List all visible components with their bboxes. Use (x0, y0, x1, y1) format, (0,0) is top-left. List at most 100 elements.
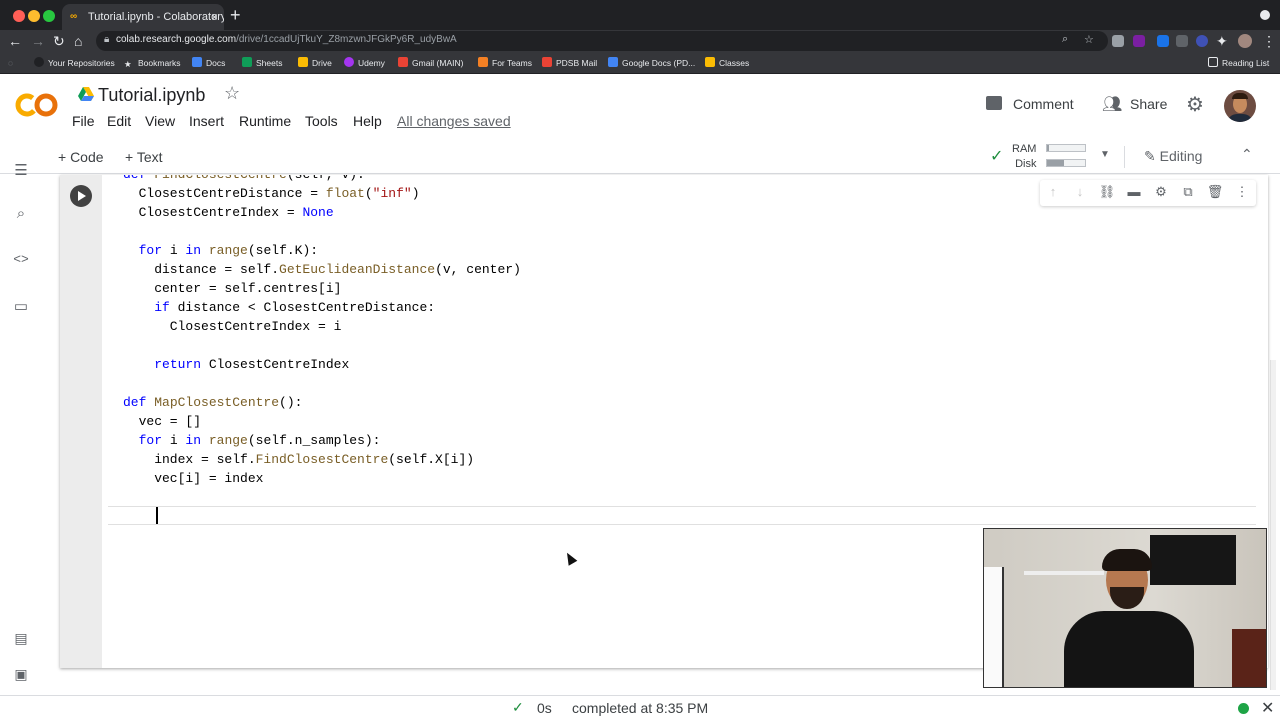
bookmark-item[interactable]: Google Docs (PD... (608, 56, 695, 70)
share-button[interactable]: Share (1130, 96, 1167, 112)
code-line[interactable]: def MapClosestCentre(): (123, 393, 302, 412)
text-cursor (156, 507, 158, 524)
code-line[interactable]: vec[i] = index (123, 469, 263, 488)
new-tab-button[interactable]: + (230, 4, 241, 26)
code-line[interactable]: ClosestCentreDistance = float("inf") (123, 184, 420, 203)
bookmark-item[interactable]: Your Repositories (34, 56, 115, 70)
editing-mode-button[interactable]: ✎ Editing (1144, 148, 1202, 165)
home-icon[interactable]: ⌂ (74, 32, 82, 50)
profile-icon[interactable] (1238, 34, 1252, 48)
maximize-window-button[interactable] (43, 10, 55, 22)
browser-toolbar: ← → ↻ ⌂ 🔒︎ colab.research.google.com/dri… (0, 30, 1280, 52)
move-down-icon[interactable]: ↓ (1071, 184, 1089, 199)
code-line[interactable]: index = self.FindClosestCentre(self.X[i]… (123, 450, 474, 469)
notebook-title[interactable]: Tutorial.ipynb (98, 85, 205, 106)
cell-toolbar: ↑ ↓ ⛓ ▬ ⚙ ⧉ 🗑︎ ⋮ (1040, 180, 1256, 206)
code-line[interactable]: distance = self.GetEuclideanDistance(v, … (123, 260, 521, 279)
comment-button[interactable]: Comment (1013, 96, 1074, 112)
bookmark-item[interactable]: Sheets (242, 56, 282, 70)
colab-logo[interactable] (14, 90, 60, 120)
chevron-down-icon[interactable]: ▼ (1100, 149, 1110, 160)
menu-runtime[interactable]: Runtime (239, 113, 291, 129)
address-bar[interactable]: 🔒︎ colab.research.google.com/drive/1ccad… (96, 31, 1108, 51)
code-line[interactable]: for i in range(self.K): (123, 241, 318, 260)
star-icon[interactable]: ☆ (224, 83, 240, 104)
bookmark-item[interactable]: ★ Bookmarks (124, 56, 181, 70)
comment-icon[interactable]: ▬ (1125, 184, 1143, 199)
bookmark-item[interactable]: Classes (705, 56, 749, 70)
move-up-icon[interactable]: ↑ (1044, 184, 1062, 199)
ram-meter[interactable] (1046, 144, 1086, 152)
reload-icon[interactable]: ↻ (53, 32, 65, 50)
webcam-overlay (983, 528, 1267, 688)
execution-status[interactable]: completed at 8:35 PM (572, 700, 708, 716)
minimize-window-button[interactable] (28, 10, 40, 22)
run-cell-button[interactable] (70, 185, 92, 207)
code-editor[interactable]: def FindClosestCentre(self, v): ClosestC… (102, 175, 1256, 525)
code-line[interactable]: return ClosestCentreIndex (123, 355, 349, 374)
code-line[interactable]: for i in range(self.n_samples): (123, 431, 381, 450)
more-icon[interactable]: ⋮ (1233, 184, 1251, 200)
add-code-button[interactable]: + Code (58, 149, 104, 165)
code-line[interactable]: center = self.centres[i] (123, 279, 341, 298)
command-palette-icon[interactable]: ▤ (11, 630, 31, 647)
bookmark-item[interactable]: Drive (298, 56, 332, 70)
menu-edit[interactable]: Edit (107, 113, 131, 129)
code-line[interactable]: ClosestCentreIndex = None (123, 203, 334, 222)
more-icon[interactable]: ⋮ (1262, 32, 1276, 50)
forward-icon[interactable]: → (31, 32, 45, 50)
menu-insert[interactable]: Insert (189, 113, 224, 129)
bookmark-item[interactable]: Gmail (MAIN) (398, 56, 463, 70)
people-icon[interactable]: 👥︎ (1102, 94, 1122, 114)
avatar[interactable] (1224, 90, 1256, 122)
comment-icon[interactable] (986, 96, 1002, 110)
menu-view[interactable]: View (145, 113, 175, 129)
delete-icon[interactable]: 🗑︎ (1206, 184, 1224, 200)
menu-help[interactable]: Help (353, 113, 382, 129)
menu-tools[interactable]: Tools (305, 113, 338, 129)
collapse-header-icon[interactable]: ⌃ (1241, 146, 1253, 163)
link-icon[interactable]: ⛓ (1098, 184, 1116, 200)
bookmark-star-icon[interactable]: ☆ (1084, 33, 1094, 46)
terminal-icon[interactable]: ▣ (11, 666, 31, 683)
extension-icon[interactable] (1112, 35, 1124, 47)
menu-file[interactable]: File (72, 113, 95, 129)
table-of-contents-icon[interactable]: ☰ (11, 161, 31, 179)
gear-icon[interactable]: ⚙ (1152, 184, 1170, 200)
extension-icon[interactable] (1157, 35, 1169, 47)
reading-list-button[interactable]: Reading List (1208, 56, 1269, 70)
scrollbar[interactable] (1270, 360, 1276, 690)
search-icon[interactable]: ⌕ (11, 205, 31, 222)
extension-icon[interactable] (1133, 35, 1145, 47)
mirror-cell-icon[interactable]: ⧉ (1179, 184, 1197, 200)
browser-tab[interactable]: ∞ Tutorial.ipynb - Colaboratory × (62, 4, 224, 30)
code-line[interactable]: if distance < ClosestCentreDistance: (123, 298, 435, 317)
code-snippets-icon[interactable]: <> (11, 252, 31, 267)
extension-icon[interactable] (1176, 35, 1188, 47)
bookmark-item[interactable]: PDSB Mail (542, 56, 597, 70)
google-drive-icon[interactable] (78, 87, 94, 101)
notebook-toolbar: + Code + Text ✓ RAM Disk ▼ ✎ Editing ⌃ (0, 140, 1280, 174)
code-line[interactable]: def FindClosestCentre(self, v): (123, 175, 365, 184)
close-window-button[interactable] (13, 10, 25, 22)
save-status[interactable]: All changes saved (397, 113, 511, 129)
disk-meter[interactable] (1046, 159, 1086, 167)
zoom-icon[interactable]: ⌕ (1062, 33, 1068, 46)
extension-icon[interactable] (1196, 35, 1208, 47)
bookmark-item[interactable]: Docs (192, 56, 225, 70)
apps-icon[interactable]: ◌ (8, 56, 13, 70)
puzzle-icon[interactable]: ✦ (1216, 32, 1228, 50)
gear-icon[interactable]: ⚙ (1186, 92, 1204, 117)
close-icon[interactable]: ✕ (1261, 698, 1274, 718)
code-line[interactable]: ClosestCentreIndex = i (123, 317, 342, 336)
code-line[interactable]: vec = [] (123, 412, 201, 431)
resource-labels[interactable]: RAM Disk (1012, 142, 1036, 172)
divider (1124, 146, 1125, 168)
bookmark-item[interactable]: For Teams (478, 56, 532, 70)
tab-close-icon[interactable]: × (211, 4, 218, 30)
back-icon[interactable]: ← (8, 32, 22, 50)
files-folder-icon[interactable]: ▭ (11, 297, 31, 315)
add-text-button[interactable]: + Text (125, 149, 163, 165)
bookmark-item[interactable]: Udemy (344, 56, 385, 70)
chrome-menu-icon[interactable] (1260, 10, 1270, 20)
